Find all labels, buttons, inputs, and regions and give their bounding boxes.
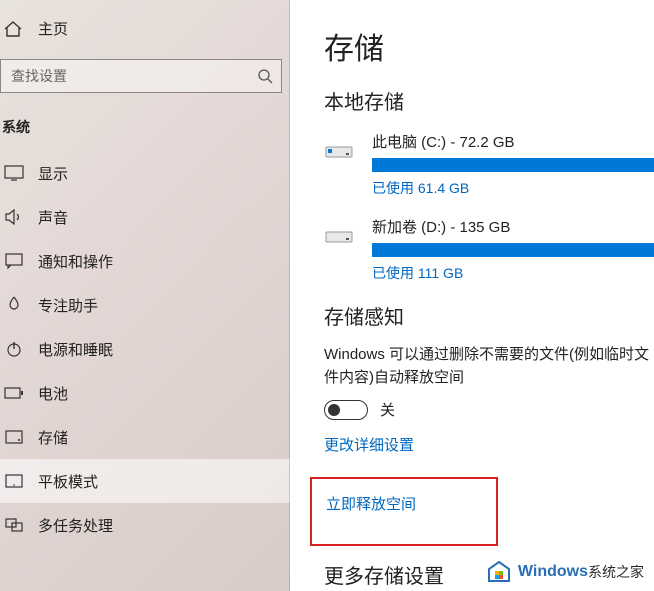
watermark: Windows 系统之家	[486, 559, 644, 585]
sidebar-item-notifications[interactable]: 通知和操作	[0, 239, 290, 283]
sound-icon	[4, 208, 24, 226]
sidebar-item-power[interactable]: 电源和睡眠	[0, 327, 290, 371]
multitask-icon	[4, 516, 24, 534]
sidebar-item-focus-assist[interactable]: 专注助手	[0, 283, 290, 327]
sidebar-item-multitask[interactable]: 多任务处理	[0, 503, 290, 547]
windows-logo-icon	[486, 559, 512, 585]
drive-d-used: 已使用 111 GB	[372, 263, 654, 283]
home-label: 主页	[38, 18, 68, 39]
sidebar-item-battery[interactable]: 电池	[0, 371, 290, 415]
drive-c[interactable]: 此电脑 (C:) - 72.2 GB 已使用 61.4 GB	[324, 131, 654, 198]
local-storage-title: 本地存储	[324, 86, 654, 115]
sidebar-item-label: 平板模式	[38, 471, 98, 492]
sidebar: 主页 系统 显示 声音 通知和操作	[0, 0, 290, 591]
search-field[interactable]	[11, 68, 257, 84]
display-icon	[4, 164, 24, 182]
storage-icon	[4, 428, 24, 446]
drive-c-bar	[372, 158, 654, 172]
sidebar-item-label: 显示	[38, 163, 68, 184]
search-input[interactable]	[0, 59, 282, 93]
drive-c-name: 此电脑 (C:) - 72.2 GB	[372, 131, 654, 152]
sidebar-item-storage[interactable]: 存储	[0, 415, 290, 459]
sidebar-home[interactable]: 主页	[0, 10, 290, 47]
storage-sense-title: 存储感知	[324, 301, 654, 330]
home-icon	[4, 21, 24, 37]
sidebar-item-label: 电源和睡眠	[38, 339, 113, 360]
battery-icon	[4, 384, 24, 402]
change-settings-link[interactable]: 更改详细设置	[324, 434, 414, 455]
tablet-icon	[4, 472, 24, 490]
notifications-icon	[4, 252, 24, 270]
toggle-knob	[328, 404, 340, 416]
sidebar-item-label: 声音	[38, 207, 68, 228]
section-header-system: 系统	[0, 111, 290, 151]
watermark-brand: Windows	[518, 563, 588, 581]
sidebar-item-tablet[interactable]: 平板模式	[0, 459, 290, 503]
storage-sense-desc: Windows 可以通过删除不需要的文件(例如临时文件内容)自动释放空间	[324, 344, 654, 389]
sidebar-item-label: 多任务处理	[38, 515, 113, 536]
toggle-state-label: 关	[380, 399, 395, 420]
sidebar-item-label: 存储	[38, 427, 68, 448]
page-title: 存储	[324, 24, 654, 68]
drive-c-icon	[324, 137, 354, 159]
sidebar-item-label: 电池	[38, 383, 68, 404]
storage-sense-toggle-row: 关	[324, 399, 654, 420]
drive-d[interactable]: 新加卷 (D:) - 135 GB 已使用 111 GB	[324, 216, 654, 283]
free-space-now-link[interactable]: 立即释放空间	[326, 493, 416, 514]
focus-icon	[4, 296, 24, 314]
power-icon	[4, 340, 24, 358]
search-icon	[257, 68, 273, 84]
sidebar-item-sound[interactable]: 声音	[0, 195, 290, 239]
sidebar-item-label: 通知和操作	[38, 251, 113, 272]
highlight-box: 立即释放空间	[310, 477, 498, 546]
watermark-sub: 系统之家	[588, 562, 644, 582]
storage-sense-toggle[interactable]	[324, 400, 368, 420]
drive-c-used: 已使用 61.4 GB	[372, 178, 654, 198]
sidebar-item-display[interactable]: 显示	[0, 151, 290, 195]
drive-d-icon	[324, 222, 354, 244]
sidebar-item-label: 专注助手	[38, 295, 98, 316]
drive-d-name: 新加卷 (D:) - 135 GB	[372, 216, 654, 237]
drive-d-bar	[372, 243, 654, 257]
main-content: 存储 本地存储 此电脑 (C:) - 72.2 GB 已使用 61.4 GB 新…	[290, 0, 654, 591]
